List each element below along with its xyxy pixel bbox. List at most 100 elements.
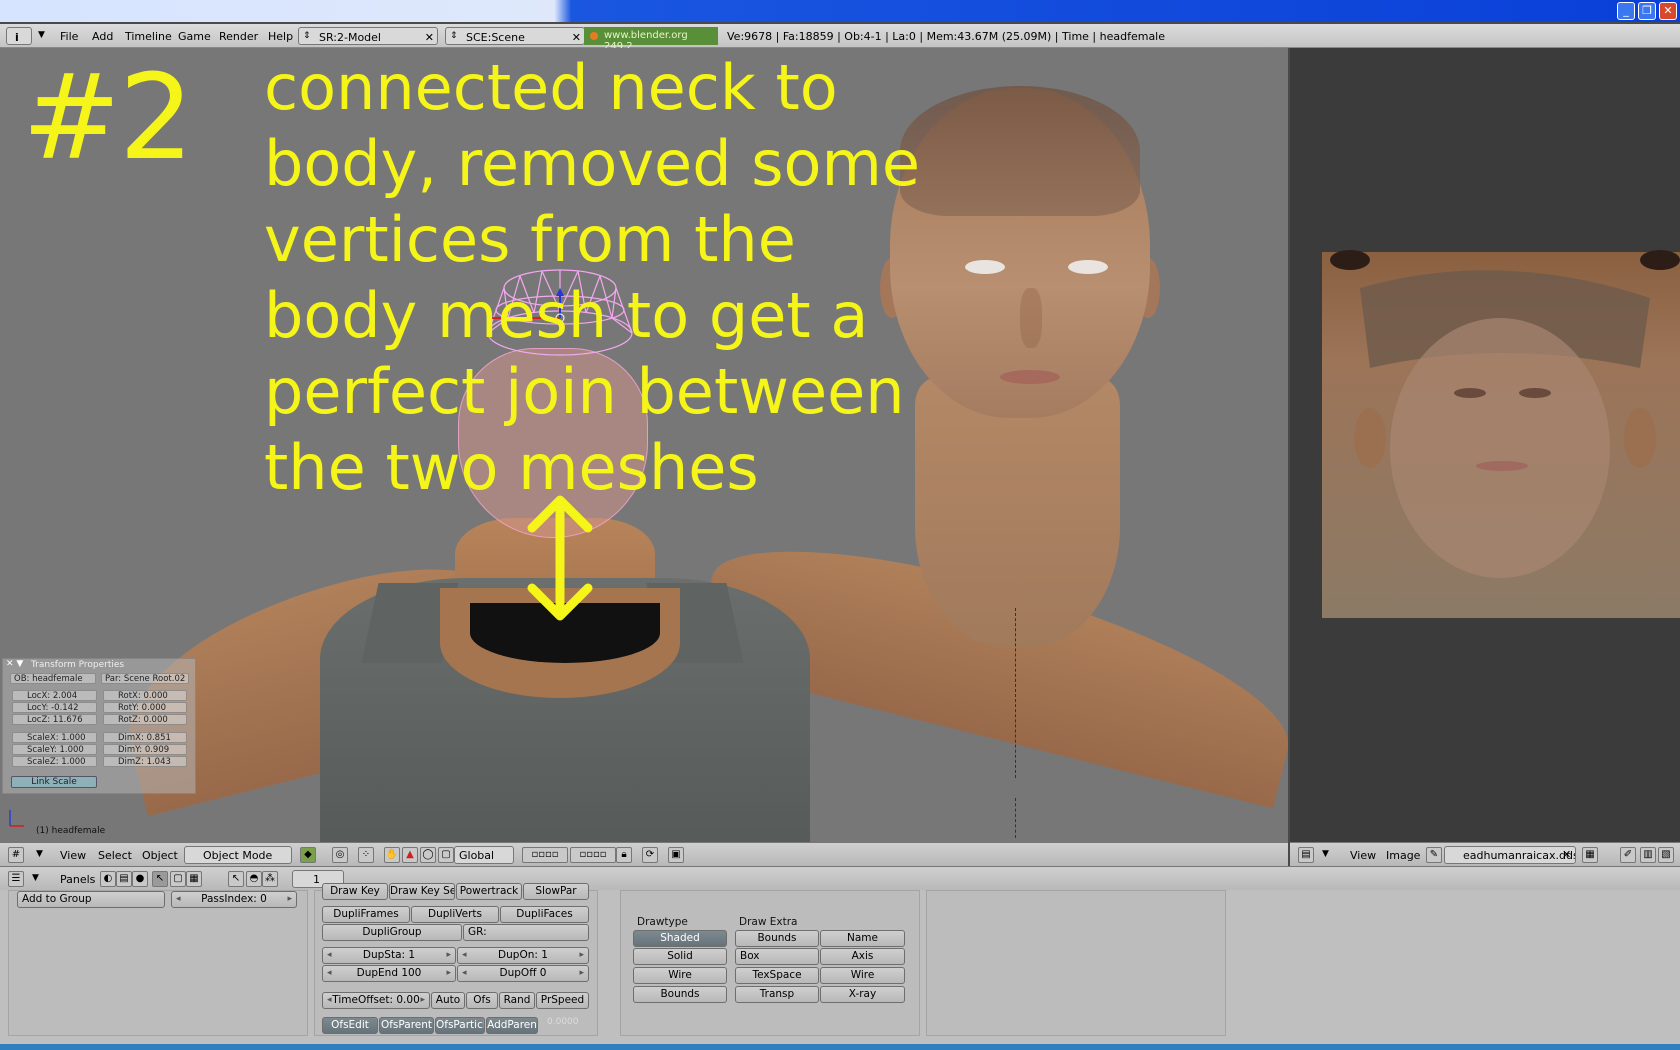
slowpar-button[interactable]: SlowPar (523, 883, 589, 900)
blender-url-badge[interactable]: www.blender.org 249.2 (584, 27, 718, 52)
dimx-field[interactable]: DimX: 0.851 (103, 732, 187, 743)
draw-extra-xray[interactable]: X-ray (820, 986, 905, 1003)
dimy-field[interactable]: DimY: 0.909 (103, 744, 187, 755)
locz-field[interactable]: LocZ: 11.676 (12, 714, 97, 725)
rotx-field[interactable]: RotX: 0.000 (103, 690, 187, 701)
locx-field[interactable]: LocX: 2.004 (12, 690, 97, 701)
screen-delete-icon[interactable]: ✕ (425, 31, 434, 44)
layers-row-2[interactable]: ▫▫▫▫ (570, 847, 616, 863)
image-pack-icon[interactable]: ▦ (1582, 847, 1598, 863)
dupon-field[interactable]: DupOn: 1 (457, 947, 589, 964)
screen-name[interactable]: SR:2-Model (319, 31, 381, 44)
image-selector[interactable]: eadhumanraicax.dds (1444, 846, 1576, 864)
drawtype-solid[interactable]: Solid (633, 948, 727, 965)
render-preview-icon[interactable]: ⟳ (642, 847, 658, 863)
collapse-arrow-icon[interactable]: ▼ (38, 30, 45, 40)
ofsparticl-button[interactable]: OfsParticl (435, 1017, 485, 1034)
draw-extra-texspace[interactable]: TexSpace (735, 967, 819, 984)
draw-key-sel-button[interactable]: Draw Key Sel (389, 883, 455, 900)
locy-field[interactable]: LocY: -0.142 (12, 702, 97, 713)
editor-type-image-icon[interactable]: ▤ (1298, 847, 1314, 863)
menu-game[interactable]: Game (178, 30, 211, 43)
scalez-field[interactable]: ScaleZ: 1.000 (12, 756, 97, 767)
camera-icon[interactable]: ▣ (668, 847, 684, 863)
transform-properties-panel[interactable]: Transform Properties ✕ ▼ OB: headfemale … (2, 658, 196, 794)
snap-icon[interactable]: ⁘ (358, 847, 374, 863)
scene-selector[interactable]: ⇕ SCE:Scene ✕ (445, 27, 585, 45)
dupsta-field[interactable]: DupSta: 1 (322, 947, 456, 964)
duplifaces-button[interactable]: DupliFaces (500, 906, 589, 923)
collapse-arrow-icon[interactable]: ▼ (36, 849, 43, 859)
restore-button[interactable]: ❐ (1638, 2, 1656, 20)
ofs-button[interactable]: Ofs (466, 992, 498, 1009)
shading-context-icon[interactable]: ● (132, 871, 148, 887)
group-field[interactable]: GR: (463, 924, 589, 941)
menu-render[interactable]: Render (219, 30, 258, 43)
drawtype-bounds[interactable]: Bounds (633, 986, 727, 1003)
rotz-field[interactable]: RotZ: 0.000 (103, 714, 187, 725)
draw-extra-axis[interactable]: Axis (820, 948, 905, 965)
screen-selector[interactable]: ⇕ SR:2-Model ✕ (298, 27, 438, 45)
paint-icon[interactable]: ✐ (1620, 847, 1636, 863)
roty-field[interactable]: RotY: 0.000 (103, 702, 187, 713)
powertrack-button[interactable]: Powertrack (456, 883, 522, 900)
dupoff-field[interactable]: DupOff 0 (457, 965, 589, 982)
layers-row-1[interactable]: ▫▫▫▫ (522, 847, 568, 863)
view-option-icon[interactable]: ▥ (1640, 847, 1656, 863)
link-scale-button[interactable]: Link Scale (11, 776, 97, 788)
dupliverts-button[interactable]: DupliVerts (411, 906, 499, 923)
draw-type-icon[interactable]: ◆ (300, 847, 316, 863)
editor-type-grid-icon[interactable]: # (8, 847, 24, 863)
hand-icon[interactable]: ✋ (384, 847, 400, 863)
scalex-field[interactable]: ScaleX: 1.000 (12, 732, 97, 743)
draw-extra-name[interactable]: Name (820, 930, 905, 947)
ofsparent-button[interactable]: OfsParent (379, 1017, 434, 1034)
object-context-icon[interactable]: ↖ (152, 871, 168, 887)
object-name-field[interactable]: OB: headfemale (10, 673, 96, 684)
image-close-icon[interactable]: ✕ (1562, 848, 1571, 861)
object-sub-icon[interactable]: ↖ (228, 871, 244, 887)
scene-name[interactable]: SCE:Scene (466, 31, 525, 44)
menu-select[interactable]: Select (98, 849, 132, 862)
collapse-arrow-icon[interactable]: ▼ (1322, 849, 1329, 859)
prspeed-button[interactable]: PrSpeed (536, 992, 589, 1009)
bounds-type-selector[interactable]: Box (735, 948, 819, 965)
ofsedit-button[interactable]: OfsEdit (322, 1017, 378, 1034)
dupliframes-button[interactable]: DupliFrames (322, 906, 410, 923)
uv-image-editor[interactable] (1290, 48, 1680, 842)
rand-button[interactable]: Rand (499, 992, 535, 1009)
rotate-icon[interactable]: ◯ (420, 847, 436, 863)
logic-context-icon[interactable]: ◐ (100, 871, 116, 887)
menu-timeline[interactable]: Timeline (125, 30, 172, 43)
minimize-button[interactable]: _ (1617, 2, 1635, 20)
3d-viewport[interactable]: #2 connected neck to body, removed some … (0, 48, 1288, 842)
menu-help[interactable]: Help (268, 30, 293, 43)
draw-key-button[interactable]: Draw Key (322, 883, 388, 900)
mode-selector[interactable]: Object Mode (184, 846, 292, 864)
draw-extra-bounds[interactable]: Bounds (735, 930, 819, 947)
drawtype-shaded[interactable]: Shaded (633, 930, 727, 947)
menu-image[interactable]: Image (1386, 849, 1420, 862)
scale-icon[interactable]: ▢ (438, 847, 454, 863)
scaley-field[interactable]: ScaleY: 1.000 (12, 744, 97, 755)
auto-button[interactable]: Auto (431, 992, 465, 1009)
lock-icon[interactable]: 🔒︎ (616, 847, 632, 863)
panel-close-icon[interactable]: ✕ ▼ (6, 659, 23, 669)
editor-type-button[interactable]: i (6, 27, 32, 45)
dupend-field[interactable]: DupEnd 100 (322, 965, 456, 982)
pin-icon[interactable]: ✎ (1426, 847, 1442, 863)
drawtype-wire[interactable]: Wire (633, 967, 727, 984)
close-button[interactable]: ✕ (1659, 2, 1677, 20)
menu-object[interactable]: Object (142, 849, 178, 862)
script-context-icon[interactable]: ▤ (116, 871, 132, 887)
draw-extra-wire[interactable]: Wire (820, 967, 905, 984)
add-to-group-button[interactable]: Add to Group (17, 891, 165, 908)
translate-icon[interactable]: ▲ (402, 847, 418, 863)
addparen-button[interactable]: AddParen (486, 1017, 538, 1034)
menu-add[interactable]: Add (92, 30, 113, 43)
dupligroup-button[interactable]: DupliGroup (322, 924, 462, 941)
scene-context-icon[interactable]: ▦ (186, 871, 202, 887)
physics-sub-icon[interactable]: ◓ (246, 871, 262, 887)
orientation-selector[interactable]: Global (454, 846, 514, 864)
editing-context-icon[interactable]: ▢ (170, 871, 186, 887)
